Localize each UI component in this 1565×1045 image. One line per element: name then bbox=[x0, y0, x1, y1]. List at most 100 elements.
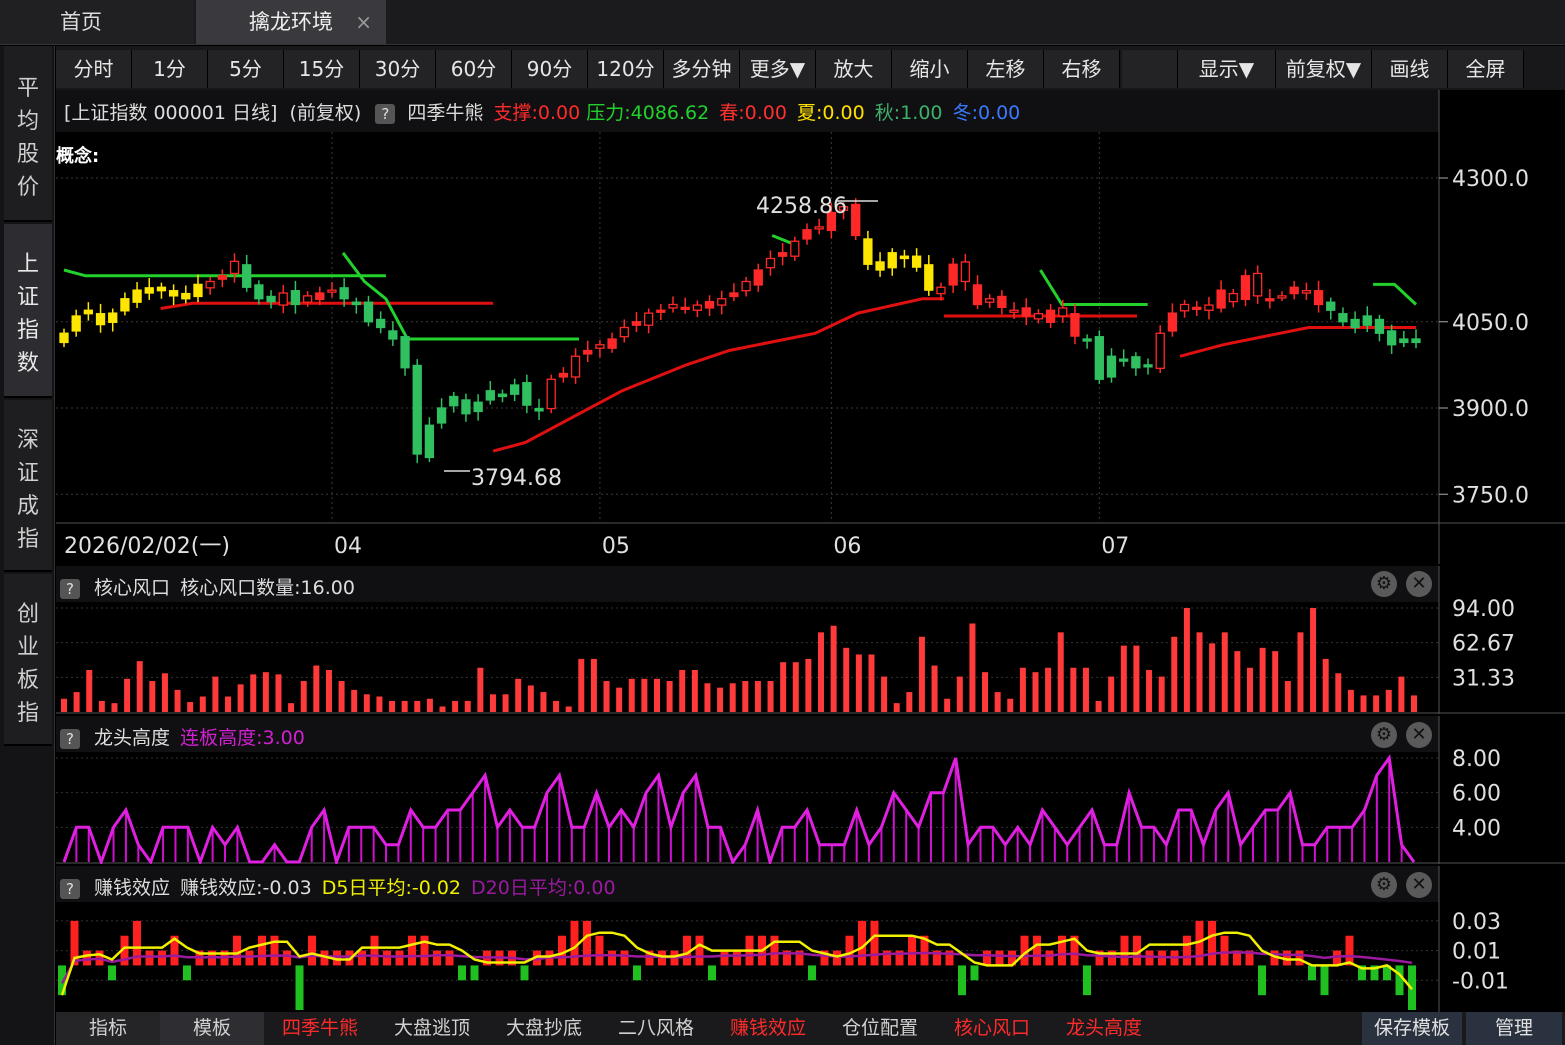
core-wind-bar bbox=[578, 658, 585, 712]
btn-move-left[interactable]: 左移 bbox=[968, 50, 1044, 88]
y-tick-label: 8.00 bbox=[1452, 747, 1501, 772]
core-wind-bar bbox=[956, 676, 963, 712]
candle-body bbox=[436, 407, 447, 424]
btn-intraday[interactable]: 分时 bbox=[56, 50, 132, 88]
core-wind-bar bbox=[691, 669, 698, 712]
help-icon[interactable]: ? bbox=[60, 728, 80, 749]
btn-spacer[interactable] bbox=[1122, 50, 1178, 88]
candle-body bbox=[108, 312, 118, 323]
btn-120min[interactable]: 120分 bbox=[588, 50, 664, 88]
core-wind-bar bbox=[628, 678, 635, 712]
settings-gear-icon[interactable]: ⚙ bbox=[1371, 722, 1397, 748]
btn-zoom-in[interactable]: 放大 bbox=[816, 50, 892, 88]
template-tab[interactable]: 大盘抄底 bbox=[488, 1012, 600, 1045]
core-wind-bar bbox=[1019, 667, 1026, 712]
money-effect-bar bbox=[158, 950, 166, 966]
core-wind-bar bbox=[187, 702, 194, 712]
btn-60min[interactable]: 60分 bbox=[436, 50, 512, 88]
close-panel-icon[interactable]: ✕ bbox=[1406, 571, 1432, 597]
money-effect-bar bbox=[833, 950, 841, 966]
template-tab[interactable]: 赚钱效应 bbox=[712, 1012, 824, 1045]
core-wind-bar bbox=[338, 681, 345, 712]
candle-body bbox=[485, 390, 495, 401]
btn-5min[interactable]: 5分 bbox=[208, 50, 284, 88]
btn-30min[interactable]: 30分 bbox=[360, 50, 436, 88]
money-effect-bar bbox=[620, 950, 629, 966]
help-icon[interactable]: ? bbox=[60, 578, 80, 599]
btn-15min[interactable]: 15分 bbox=[284, 50, 360, 88]
btn-more[interactable]: 更多▼ bbox=[740, 50, 816, 88]
sidebar-item-chinext-index[interactable]: 创业板指 bbox=[4, 574, 52, 746]
d5-average: D5日平均:-0.02 bbox=[321, 877, 461, 899]
template-tab[interactable]: 四季牛熊 bbox=[264, 1012, 376, 1045]
money-effect-bar bbox=[420, 935, 429, 966]
core-wind-bar bbox=[868, 654, 875, 712]
template-tab[interactable]: 龙头高度 bbox=[1048, 1012, 1160, 1045]
money-effect-bar bbox=[295, 965, 304, 1010]
core-wind-bar bbox=[1385, 689, 1392, 712]
settings-gear-icon[interactable]: ⚙ bbox=[1371, 571, 1397, 597]
candle-body bbox=[1192, 306, 1202, 311]
money-effect-bar bbox=[608, 950, 616, 966]
money-effect-bar bbox=[570, 920, 579, 966]
core-wind-bar bbox=[452, 700, 459, 712]
close-panel-icon[interactable]: ✕ bbox=[1406, 722, 1432, 748]
btn-multi-min[interactable]: 多分钟 bbox=[664, 50, 740, 88]
y-tick-label: 31.33 bbox=[1452, 666, 1515, 691]
tab-qinlong-environment[interactable]: 擒龙环境 × bbox=[196, 0, 386, 44]
money-effect-bar bbox=[133, 920, 141, 966]
template-tab[interactable]: 指标 bbox=[56, 1012, 160, 1045]
core-wind-bar bbox=[540, 692, 547, 712]
candle-body bbox=[1216, 289, 1226, 309]
template-tab[interactable]: 二八风格 bbox=[600, 1012, 712, 1045]
btn-move-right[interactable]: 右移 bbox=[1044, 50, 1120, 88]
sidebar-item-shenzhen-index[interactable]: 深证成指 bbox=[4, 400, 52, 572]
core-wind-bar bbox=[931, 665, 938, 712]
help-icon[interactable]: ? bbox=[60, 878, 80, 899]
y-tick-label: 94.00 bbox=[1452, 597, 1515, 622]
core-wind-bar bbox=[489, 694, 496, 712]
candlestick-chart[interactable]: 4300.0 4050.0 3900.0 3750.0 2026/02/02(一) 04… bbox=[56, 90, 1565, 564]
core-wind-bar bbox=[893, 703, 900, 712]
candle-body bbox=[607, 338, 617, 349]
core-wind-bar bbox=[969, 623, 976, 712]
template-tab[interactable]: 大盘逃顶 bbox=[376, 1012, 488, 1045]
sidebar-item-shanghai-index[interactable]: 上证指数 bbox=[4, 224, 52, 398]
candle-body bbox=[765, 257, 776, 269]
money-effect-bar bbox=[1033, 935, 1041, 966]
core-wind-bar bbox=[767, 681, 774, 712]
sidebar-item-average-price[interactable]: 平均股价 bbox=[4, 46, 52, 222]
candle-body bbox=[1362, 315, 1372, 326]
manage-button[interactable]: 管理 bbox=[1466, 1012, 1562, 1045]
candle-body bbox=[290, 290, 301, 306]
template-tab[interactable]: 核心风口 bbox=[936, 1012, 1048, 1045]
money-effect-bar bbox=[370, 935, 379, 966]
btn-90min[interactable]: 90分 bbox=[512, 50, 588, 88]
candle-body bbox=[1240, 275, 1251, 300]
template-tab[interactable]: 模板 bbox=[160, 1012, 264, 1045]
core-wind-bar bbox=[918, 636, 925, 712]
candle-body bbox=[1058, 307, 1068, 317]
money-effect-bar bbox=[383, 950, 391, 966]
tab-home[interactable]: 首页 bbox=[0, 0, 194, 44]
btn-draw[interactable]: 画线 bbox=[1372, 50, 1448, 88]
template-tab[interactable]: 仓位配置 bbox=[824, 1012, 936, 1045]
candle-body bbox=[59, 332, 69, 344]
btn-fullscreen[interactable]: 全屏 bbox=[1448, 50, 1524, 88]
btn-1min[interactable]: 1分 bbox=[132, 50, 208, 88]
close-icon[interactable]: × bbox=[355, 0, 372, 44]
candle-body bbox=[1411, 338, 1421, 344]
money-effect-bar bbox=[708, 965, 716, 981]
candle-body bbox=[1301, 290, 1312, 294]
btn-forward-adjust[interactable]: 前复权▼ bbox=[1276, 50, 1372, 88]
save-template-button[interactable]: 保存模板 bbox=[1362, 1012, 1462, 1045]
btn-zoom-out[interactable]: 缩小 bbox=[892, 50, 968, 88]
candle-body bbox=[144, 287, 154, 294]
x-tick-label: 04 bbox=[334, 534, 362, 559]
settings-gear-icon[interactable]: ⚙ bbox=[1371, 872, 1397, 898]
core-wind-bar bbox=[641, 678, 648, 712]
btn-display[interactable]: 显示▼ bbox=[1178, 50, 1276, 88]
help-icon[interactable]: ? bbox=[375, 103, 396, 124]
money-effect-bar bbox=[145, 950, 154, 966]
close-panel-icon[interactable]: ✕ bbox=[1406, 872, 1432, 898]
